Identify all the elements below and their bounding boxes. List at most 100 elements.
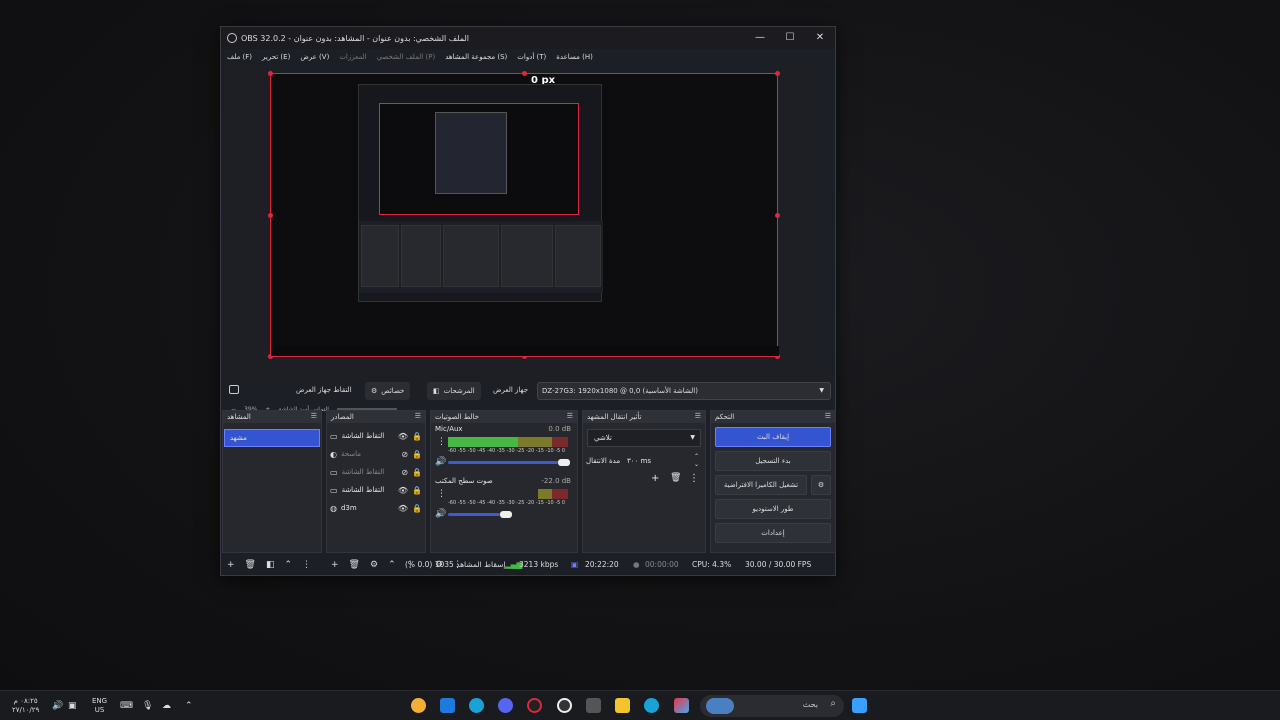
preview-canvas[interactable]: 0 px (268, 71, 780, 359)
kebab-icon[interactable]: ⋮ (437, 489, 446, 499)
discord-icon[interactable] (498, 698, 513, 713)
dock-menu-icon[interactable]: ☰ (567, 412, 573, 420)
eye-hidden-icon[interactable]: ⊘ (401, 450, 408, 459)
lock-icon[interactable]: 🔒 (412, 468, 422, 477)
obs-window: OBS 32.0.2 - الملف الشخصي: بدون عنوان - … (220, 26, 836, 576)
menu-help[interactable]: مساعدة (H) (556, 53, 593, 61)
scene-item[interactable]: مشهد (224, 429, 320, 447)
eye-hidden-icon[interactable]: ⊘ (401, 468, 408, 477)
sources-dock: المصادر ☰ ▭ التقاط الشاشة 👁 🔒 ◐ ماسحة ⊘ 🔒 ▭ التق… (326, 410, 426, 553)
preview-area[interactable]: 0 px − 39% + التماس أسد الشاشة (223, 67, 823, 413)
source-item[interactable]: ◍ d3m 👁 🔒 (327, 499, 425, 517)
store-icon[interactable] (440, 698, 455, 713)
kebab-icon[interactable]: ⋮ (437, 437, 446, 447)
minimize-button[interactable]: — (745, 27, 775, 49)
controls-title: التحكم (715, 413, 735, 421)
add-transition-button[interactable]: + (651, 473, 659, 484)
resize-handle[interactable] (268, 71, 273, 76)
gear-icon: ⚙ (371, 387, 378, 395)
obs-icon[interactable] (527, 698, 542, 713)
lock-icon[interactable]: 🔒 (412, 450, 422, 459)
more-button[interactable]: ⋮ (689, 473, 699, 484)
virtual-camera-button[interactable]: تشغيل الكاميرا الافتراضية (715, 475, 807, 495)
menu-tools[interactable]: أدوات (T) (517, 53, 546, 61)
source-item[interactable]: ◐ ماسحة ⊘ 🔒 (327, 445, 425, 463)
browser-icon: ◐ (330, 449, 337, 459)
taskbar: ٠٨:٢٥ م ٢٧/١٠/٢٩ 🔊 ▣ ENG US ⌨ 🎙 ☁ ⌃ بحث … (0, 690, 1280, 720)
dock-menu-icon[interactable]: ☰ (695, 412, 701, 420)
transition-select[interactable]: تلاشي ▼ (587, 429, 701, 447)
chrome-icon[interactable] (411, 698, 426, 713)
stop-stream-button[interactable]: إيقاف البث (715, 427, 831, 447)
start-recording-button[interactable]: بدء التسجيل (715, 451, 831, 471)
scenes-dock: المشاهد ☰ مشهد (222, 410, 322, 553)
eye-icon[interactable]: 👁 (398, 432, 408, 441)
resize-handle[interactable] (775, 71, 780, 76)
resize-handle[interactable] (522, 71, 527, 76)
chevron-up-icon[interactable]: ⌃ (185, 691, 193, 720)
clock[interactable]: ٠٨:٢٥ م ٢٧/١٠/٢٩ (12, 697, 39, 720)
dock-menu-icon[interactable]: ☰ (825, 412, 831, 420)
microphone-icon[interactable]: 🎙 (142, 691, 153, 720)
source-item[interactable]: ▭ التقاط الشاشة 👁 🔒 (327, 427, 425, 445)
eye-icon[interactable]: 👁 (398, 486, 408, 495)
stepper-icon[interactable]: ⌃ ⌄ (694, 453, 699, 469)
dropped-frames: إسقاط المشاهد 1035 (0.0 %) (405, 560, 506, 569)
remove-transition-button[interactable]: 🗑 (670, 473, 681, 483)
speaker-icon[interactable]: 🔊 (435, 457, 446, 467)
duration-input[interactable]: ٣٠٠ ms (627, 457, 651, 465)
start-icon[interactable] (852, 698, 867, 713)
volume-knob[interactable] (500, 511, 512, 518)
keyboard-icon[interactable]: ⌨ (120, 691, 133, 720)
properties-button[interactable]: ⚙ خصائص (365, 382, 411, 400)
stream-icon: ▣ (571, 560, 579, 569)
menu-view[interactable]: عرض (V) (300, 53, 329, 61)
close-button[interactable]: ✕ (805, 27, 835, 49)
menu-profile[interactable]: الملف الشخصي (P) (377, 53, 436, 61)
resize-handle[interactable] (268, 213, 273, 218)
menu-edit[interactable]: تحرير (E) (262, 53, 290, 61)
title-bar[interactable]: OBS 32.0.2 - الملف الشخصي: بدون عنوان - … (221, 27, 835, 49)
copilot-icon[interactable] (674, 698, 689, 713)
lock-icon[interactable]: 🔒 (412, 504, 422, 513)
stream-time: 20:22:20 (585, 560, 619, 569)
calculator-icon[interactable] (586, 698, 601, 713)
cloud-icon[interactable]: ☁ (162, 691, 171, 720)
scenes-title: المشاهد (227, 413, 251, 421)
source-item[interactable]: ▭ التقاط الشاشة ⊘ 🔒 (327, 463, 425, 481)
maximize-button[interactable]: ☐ (775, 27, 805, 49)
edge-icon[interactable] (644, 698, 659, 713)
app-icon[interactable] (469, 698, 484, 713)
menu-scene-collection[interactable]: مجموعة المشاهد (S) (445, 53, 507, 61)
speaker-icon[interactable]: 🔊 (435, 509, 446, 519)
filters-button[interactable]: ◧ المرشحات (427, 382, 481, 400)
dock-menu-icon[interactable]: ☰ (311, 412, 317, 420)
menu-plugins[interactable]: المعززات (339, 53, 366, 61)
settings-button[interactable]: إعدادات (715, 523, 831, 543)
network-icon[interactable]: ▣ (68, 691, 77, 720)
device-select[interactable]: DZ-27G3: 1920x1080 @ 0,0 (الشاشة الأساسي… (537, 382, 831, 400)
source-name: ماسحة (340, 450, 362, 458)
search-box[interactable]: بحث ⌕ (700, 695, 844, 717)
capture-label: التقاط جهاز العرض (296, 386, 352, 394)
virtual-camera-settings-button[interactable]: ⚙ (811, 475, 831, 495)
source-item[interactable]: ▭ التقاط الشاشة 👁 🔒 (327, 481, 425, 499)
dock-menu-icon[interactable]: ☰ (415, 412, 421, 420)
file-explorer-icon[interactable] (615, 698, 630, 713)
meter-scale: -60 -55 -50 -45 -40 -35 -30 -25 -20 -15 … (448, 448, 566, 454)
language-indicator[interactable]: ENG US (92, 697, 107, 720)
fps: 30.00 / 30.00 FPS (745, 560, 812, 569)
eye-icon[interactable]: 👁 (398, 504, 408, 513)
menu-file[interactable]: ملف (F) (227, 53, 252, 61)
volume-icon[interactable]: 🔊 (52, 691, 63, 720)
nested-canvas-inner (435, 112, 507, 194)
lock-icon[interactable]: 🔒 (412, 486, 422, 495)
settings-icon[interactable] (557, 698, 572, 713)
studio-mode-button[interactable]: طور الاستوديو (715, 499, 831, 519)
resize-handle[interactable] (775, 213, 780, 218)
lock-icon[interactable]: 🔒 (412, 432, 422, 441)
volume-slider[interactable] (448, 461, 558, 464)
volume-slider[interactable] (448, 513, 500, 516)
volume-knob[interactable] (558, 459, 570, 466)
channel-db: -22.0 dB (541, 477, 571, 485)
